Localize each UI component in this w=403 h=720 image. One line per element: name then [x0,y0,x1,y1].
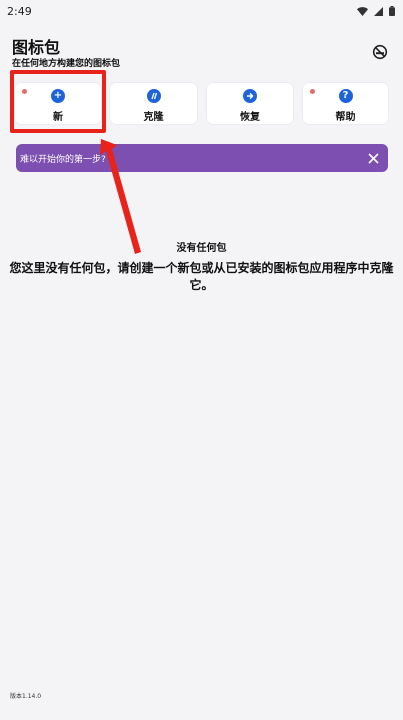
arrow-annotation [100,139,141,254]
version-label: 版本1.14.0 [10,693,42,700]
empty-state-description: 您这里没有任何包，请创建一个新包或从已安装的图标包应用程序中克隆它。 [9,261,394,292]
empty-state-title: 没有任何包 [176,243,227,254]
